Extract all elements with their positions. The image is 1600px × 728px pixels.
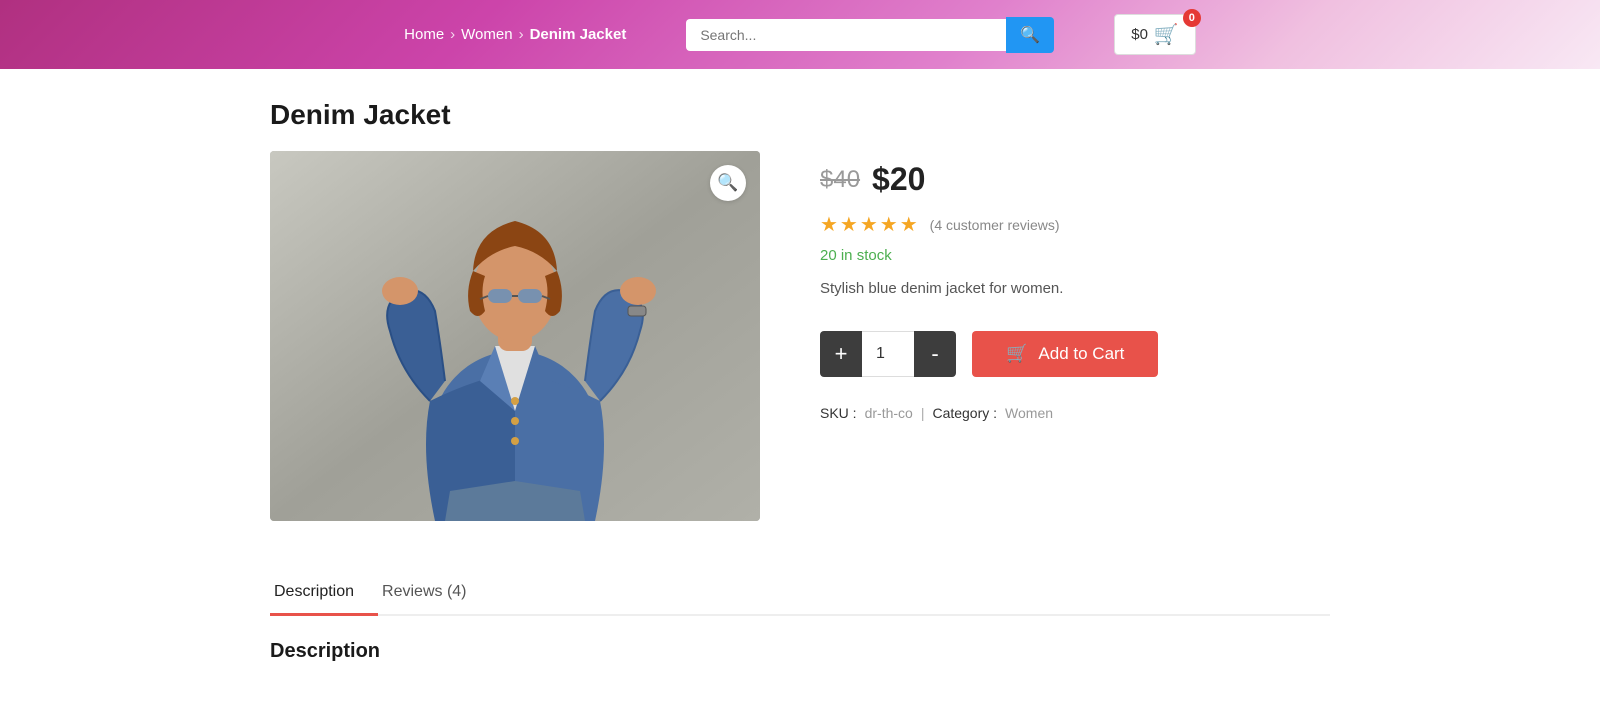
sku-label: SKU :	[820, 405, 857, 421]
tab-reviews[interactable]: Reviews (4)	[378, 571, 490, 616]
reviews-count: (4 customer reviews)	[930, 217, 1060, 233]
zoom-icon[interactable]: 🔍	[710, 165, 746, 201]
meta-separator: |	[921, 405, 925, 421]
product-image-wrap: 🔍	[270, 151, 760, 521]
product-image	[270, 151, 760, 521]
product-details: $40 $20 ★★★★★ (4 customer reviews) 20 in…	[820, 151, 1330, 421]
product-tabs: Description Reviews (4)	[270, 571, 1330, 616]
price-current: $20	[872, 161, 925, 198]
search-bar: 🔍	[686, 17, 1054, 53]
search-input[interactable]	[686, 19, 1006, 51]
product-description: Stylish blue denim jacket for women.	[820, 278, 1330, 301]
price-original: $40	[820, 166, 860, 194]
category-label: Category :	[932, 405, 997, 421]
cart-amount: $0	[1131, 26, 1148, 43]
action-row: + - 🛒 Add to Cart	[820, 331, 1330, 377]
product-title: Denim Jacket	[270, 99, 1330, 131]
add-to-cart-button[interactable]: 🛒 Add to Cart	[972, 331, 1158, 377]
cart-icon-btn: 🛒	[1006, 343, 1028, 364]
quantity-increase-button[interactable]: +	[820, 331, 862, 377]
rating-stars: ★★★★★	[820, 212, 920, 237]
quantity-control: + -	[820, 331, 956, 377]
breadcrumb-sep2: ›	[519, 26, 524, 43]
breadcrumb-home[interactable]: Home	[404, 26, 444, 43]
breadcrumb-women[interactable]: Women	[461, 26, 512, 43]
tabs-nav: Description Reviews (4)	[270, 571, 1330, 614]
main-content: Denim Jacket	[250, 69, 1350, 693]
breadcrumb-current: Denim Jacket	[530, 26, 627, 43]
breadcrumb-sep1: ›	[450, 26, 455, 43]
product-meta: SKU : dr-th-co | Category : Women	[820, 405, 1330, 421]
product-layout: 🔍 $40 $20 ★★★★★ (4 customer reviews) 20 …	[270, 151, 1330, 521]
tab-content-title: Description	[270, 640, 1330, 663]
breadcrumb: Home › Women › Denim Jacket	[404, 26, 626, 43]
rating-row: ★★★★★ (4 customer reviews)	[820, 212, 1330, 237]
add-to-cart-label: Add to Cart	[1038, 344, 1124, 364]
category-value: Women	[1005, 405, 1053, 421]
quantity-decrease-button[interactable]: -	[914, 331, 956, 377]
tab-description[interactable]: Description	[270, 571, 378, 616]
sku-value: dr-th-co	[865, 405, 913, 421]
price-row: $40 $20	[820, 161, 1330, 198]
site-header: Home › Women › Denim Jacket 🔍 $0 🛒 0	[0, 0, 1600, 69]
cart-badge: 0	[1183, 9, 1201, 27]
stock-status: 20 in stock	[820, 247, 1330, 264]
quantity-input[interactable]	[862, 331, 914, 377]
cart-button[interactable]: $0 🛒 0	[1114, 14, 1196, 55]
cart-icon: 🛒	[1154, 22, 1179, 47]
search-button[interactable]: 🔍	[1006, 17, 1054, 53]
